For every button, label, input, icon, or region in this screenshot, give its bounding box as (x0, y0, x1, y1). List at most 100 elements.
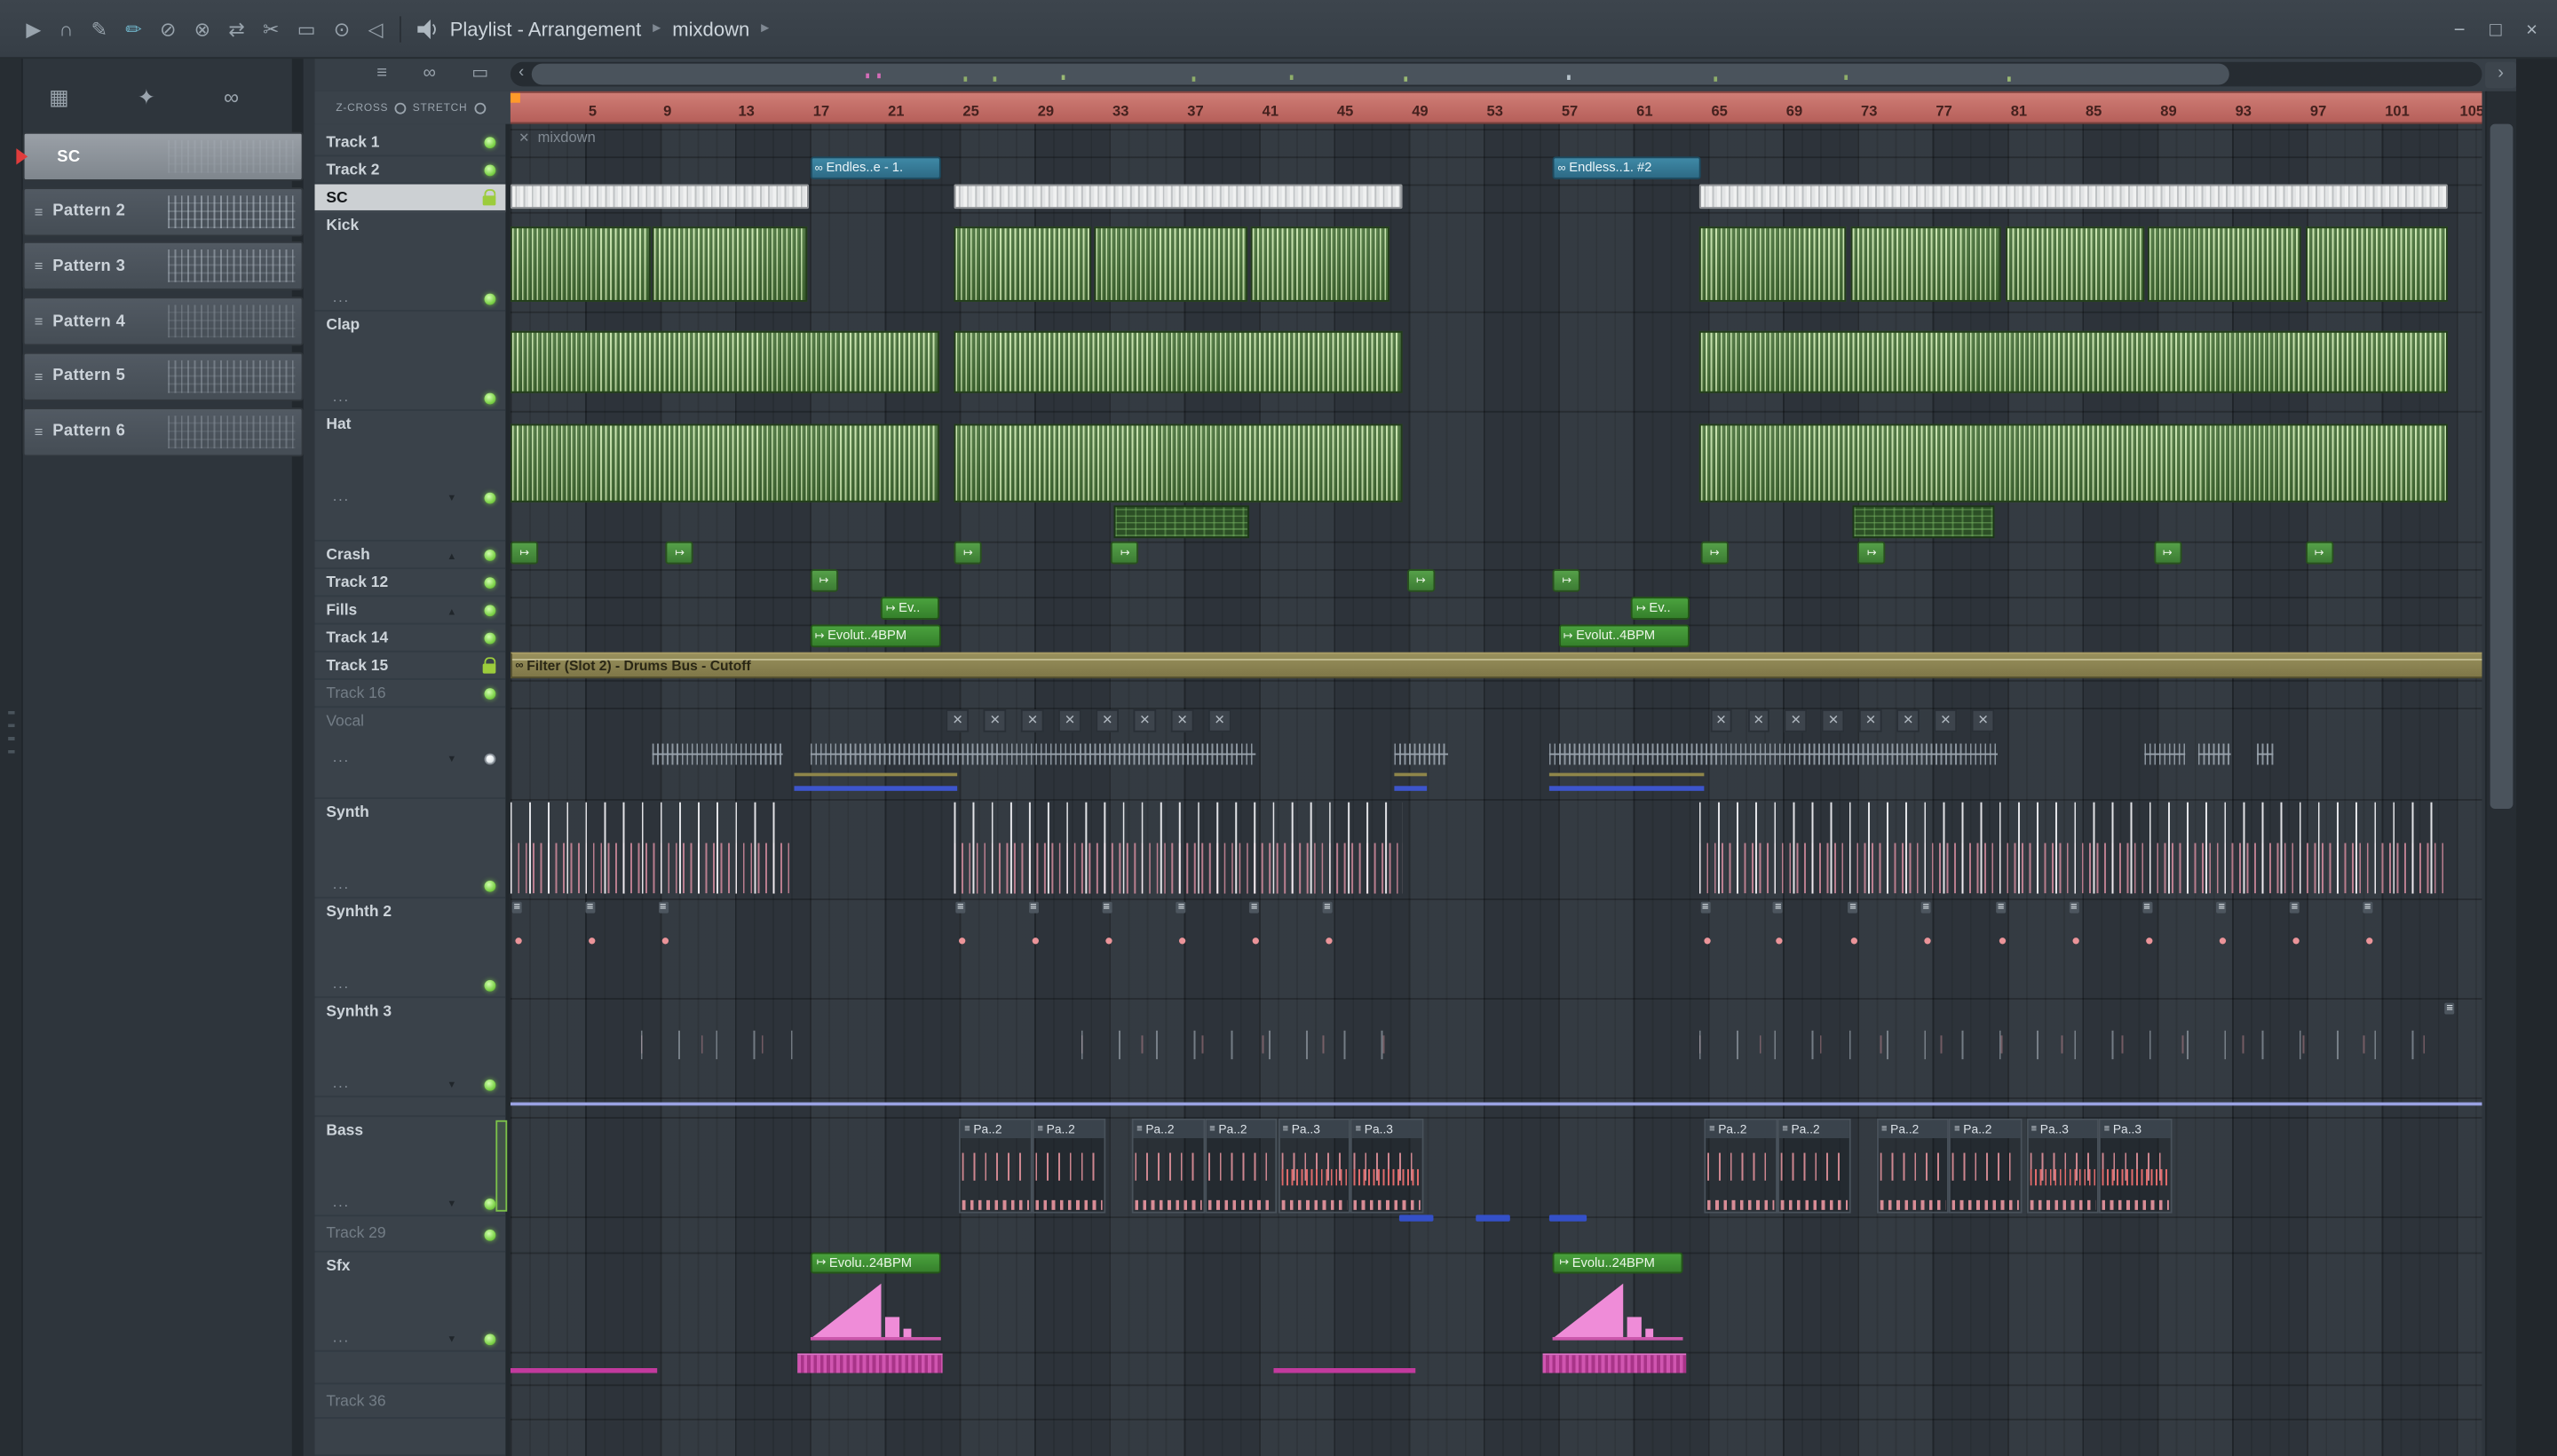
synth2-clip[interactable]: ≡ (954, 900, 1026, 972)
breadcrumb-arrangement[interactable]: mixdown (672, 17, 749, 40)
muted-vocal-cell[interactable]: ✕ (1747, 708, 1770, 732)
synth2-clip[interactable]: ≡ (511, 900, 583, 972)
clip-track14[interactable]: ↦ Evolut..4BPM (810, 624, 941, 648)
delete-tool-icon[interactable]: ⊘ (160, 19, 176, 38)
mute-led[interactable] (484, 492, 496, 504)
mute-led[interactable] (484, 1228, 496, 1240)
mute-led[interactable] (484, 1079, 496, 1091)
track-options[interactable]: ... (333, 976, 350, 991)
mute-led[interactable] (484, 293, 496, 305)
lock-icon[interactable] (482, 189, 496, 206)
collapse-down-icon[interactable]: ▼ (447, 754, 456, 767)
mute-led[interactable] (484, 164, 496, 177)
clip-track12[interactable]: ↦ (1552, 569, 1581, 592)
vocal-waveform-clip[interactable] (1548, 737, 1999, 770)
track-header-sfx[interactable]: Sfx... ▼ (314, 1253, 506, 1352)
close-button[interactable]: × (2526, 18, 2537, 41)
vocal-waveform-clip[interactable] (2197, 737, 2230, 770)
drum-clip-kick[interactable] (1849, 226, 2002, 302)
bass-mini-clip[interactable] (1399, 1215, 1434, 1222)
track-header-synhth-3[interactable]: Synhth 3... ▼ (314, 998, 506, 1098)
automation-clip[interactable]: ∞ Filter (Slot 2) - Drums Bus - Cutoff (510, 652, 2482, 679)
pattern-item-pattern-4[interactable]: ≡ Pattern 4 (22, 297, 304, 346)
synth2-clip[interactable]: ≡ (1100, 900, 1173, 972)
muted-vocal-cell[interactable]: ✕ (1822, 708, 1845, 732)
drum-clip-kick[interactable] (954, 226, 1091, 302)
playlist-grid[interactable]: ∞ Endles..e - 1. ∞ Endless..1. #2 ↦ ↦ ↦ ↦ ↦ ↦ ↦ ↦ ↦ ↦… (510, 123, 2482, 1456)
muted-vocal-cell[interactable]: ✕ (946, 708, 970, 732)
synth2-clip[interactable]: ≡ (1698, 900, 1771, 972)
track-header-unnamed[interactable] (314, 1352, 506, 1385)
selected-clip-outline[interactable] (495, 1120, 508, 1212)
track-header-sc[interactable]: SC (314, 184, 506, 212)
track-header-track-12[interactable]: Track 12 (314, 569, 506, 597)
bass-pattern-clip[interactable]: ≡ Pa..3 (1278, 1118, 1351, 1214)
synth2-clip[interactable]: ≡ (1920, 900, 1992, 972)
pattern-item-sc[interactable]: SC (22, 131, 304, 181)
synth2-clip[interactable]: ≡ (1847, 900, 1920, 972)
synth2-clip[interactable]: ≡ (1994, 900, 2067, 972)
drum-clip-hat[interactable] (1698, 423, 2448, 502)
muted-vocal-cell[interactable]: ✕ (1971, 708, 1995, 732)
muted-vocal-cell[interactable]: ✕ (1859, 708, 1882, 732)
bass-pattern-clip[interactable]: ≡ Pa..2 (1949, 1118, 2023, 1214)
muted-vocal-cell[interactable]: ✕ (1096, 708, 1119, 732)
clip-fills[interactable]: ↦ Ev.. (1631, 597, 1690, 620)
muted-vocal-cell[interactable]: ✕ (1170, 708, 1194, 732)
track-header-track-14[interactable]: Track 14 (314, 624, 506, 653)
collapse-down-icon[interactable]: ▼ (447, 493, 456, 506)
mute-led[interactable] (484, 549, 496, 561)
muted-vocal-cell[interactable]: ✕ (1058, 708, 1081, 732)
muted-vocal-cell[interactable]: ✕ (1934, 708, 1958, 732)
clip-track12[interactable]: ↦ (810, 569, 838, 592)
clip-track12[interactable]: ↦ (1406, 569, 1436, 592)
pattern-item-pattern-5[interactable]: ≡ Pattern 5 (22, 352, 304, 401)
clip-magenta-thin[interactable] (510, 1368, 657, 1373)
synth2-clip[interactable]: ≡ (1771, 900, 1844, 972)
scroll-right-button[interactable]: › (2485, 61, 2517, 89)
track-header-synth[interactable]: Synth... (314, 799, 506, 899)
drum-clip-kick[interactable] (1251, 226, 1390, 302)
track-header-track-16[interactable]: Track 16 (314, 680, 506, 708)
track-options[interactable]: ... (333, 1194, 350, 1209)
drum-clip-hat[interactable] (954, 423, 1404, 502)
mute-led[interactable] (484, 880, 496, 892)
bass-pattern-clip[interactable]: ≡ Pa..2 (1876, 1118, 1950, 1214)
mute-led[interactable] (484, 632, 496, 645)
pattern-item-pattern-2[interactable]: ≡ Pattern 2 (22, 186, 304, 236)
vertical-scrollbar-thumb[interactable] (2490, 123, 2513, 810)
vertical-scrollbar[interactable] (2485, 91, 2517, 1456)
synth2-clip[interactable]: ≡ (656, 900, 729, 972)
headphones-icon[interactable]: ∩ (59, 19, 74, 38)
clip-crash[interactable]: ↦ (1111, 541, 1139, 565)
track-header-kick[interactable]: Kick... (314, 212, 506, 312)
synth3-notes[interactable] (1698, 1024, 2448, 1060)
stretch-toggle[interactable] (473, 101, 486, 114)
track-header-track-2[interactable]: Track 2 (314, 156, 506, 185)
track-header-synhth-2[interactable]: Synhth 2... (314, 898, 506, 999)
pattern-clip-sc[interactable] (1698, 184, 2448, 210)
bass-pattern-clip[interactable]: ≡ Pa..3 (1350, 1118, 1424, 1214)
drum-clip-clap[interactable] (1698, 330, 2448, 393)
muted-vocal-cell[interactable]: ✕ (984, 708, 1007, 732)
track-header-track-15[interactable]: Track 15 (314, 653, 506, 680)
clip-fills[interactable]: ↦ Ev.. (881, 597, 939, 620)
patterns-view-icon[interactable]: ▦ (49, 85, 69, 111)
synth-notes-clip[interactable] (510, 802, 789, 894)
clip-crash[interactable]: ↦ (1857, 541, 1886, 565)
clip-magenta-thin[interactable] (1273, 1368, 1416, 1373)
vocal-waveform-clip[interactable] (653, 737, 785, 770)
clip-crash[interactable]: ↦ (1700, 541, 1729, 565)
clip-crash[interactable]: ↦ (665, 541, 694, 565)
clip-crash[interactable]: ↦ (510, 541, 539, 565)
z-cross-toggle[interactable] (394, 101, 407, 114)
drum-clip-kick[interactable] (2305, 226, 2448, 302)
close-icon[interactable]: ✕ (519, 130, 529, 145)
track-header-unnamed[interactable] (314, 1097, 506, 1118)
collapse-up-icon[interactable]: ▲ (447, 551, 456, 565)
bass-mini-clip[interactable] (1476, 1215, 1510, 1222)
track-header-hat[interactable]: Hat... ▼ (314, 411, 506, 542)
track-options[interactable]: ... (333, 749, 350, 764)
zoom-tool-icon[interactable]: ⊙ (334, 19, 350, 38)
mute-led[interactable] (484, 979, 496, 992)
